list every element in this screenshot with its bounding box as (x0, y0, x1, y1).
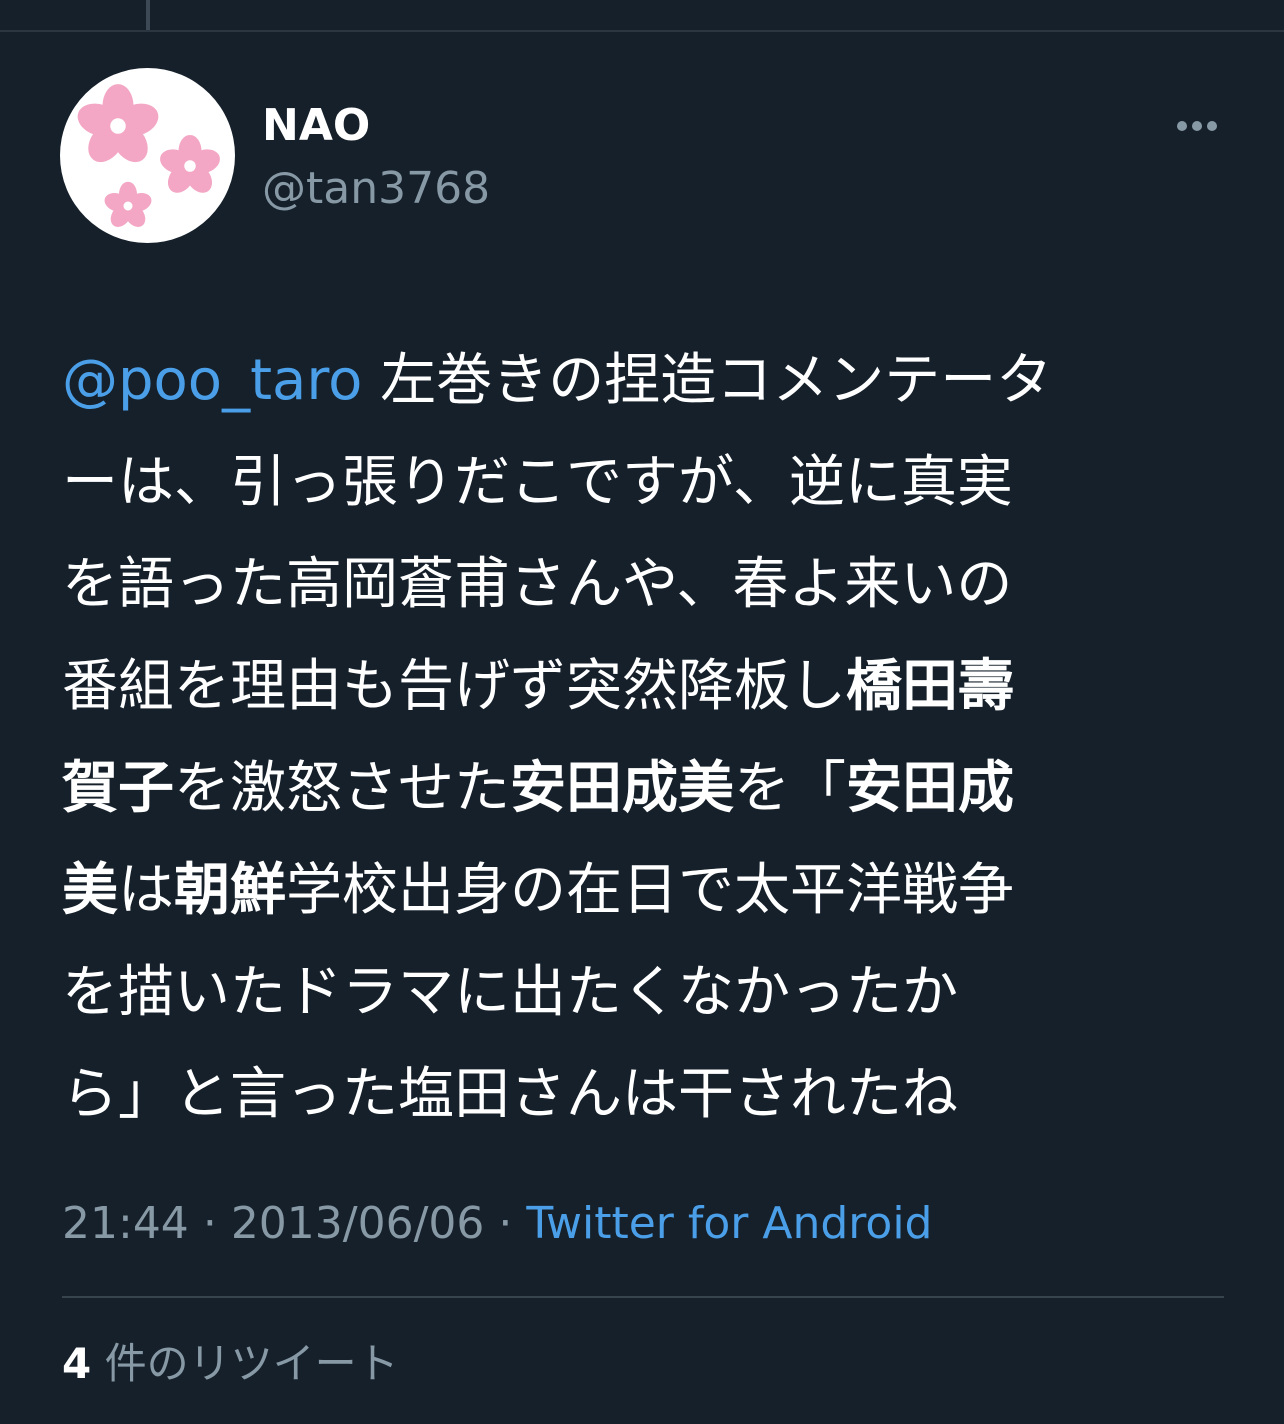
tweet-text: @poo_taro 左巻きの捏造コメンテータ ーは、引っ張りだこですが、逆に真実を… (62, 330, 1232, 1146)
tweet-text-line: 美は朝鮮学校出身の在日で太平洋戦争 (62, 840, 1232, 942)
retweet-stats[interactable]: 4 件のリツイート (62, 1336, 399, 1392)
bold-text-segment: 朝鮮 (174, 858, 286, 923)
more-options-icon (1177, 121, 1217, 131)
user-handle[interactable]: @tan3768 (262, 163, 490, 215)
tweet-text-line: 賀子を激怒させた安田成美を「安田成 (62, 738, 1232, 840)
bold-text-segment: 橋田壽 (846, 654, 1014, 719)
text-segment: は (118, 858, 174, 923)
text-segment: を語った高岡蒼甫さんや、春よ来いの (62, 552, 1013, 617)
text-segment: を描いたドラマに出たくなかったか (62, 960, 958, 1025)
tweet-text-line: を語った高岡蒼甫さんや、春よ来いの (62, 534, 1232, 636)
bold-text-segment: 美 (62, 858, 118, 923)
more-options-button[interactable] (1166, 108, 1228, 144)
tweet-text-line: ら」と言った塩田さんは干されたね (62, 1044, 1232, 1146)
text-segment: 番組を理由も告げず突然降板し (62, 654, 846, 719)
thread-connector-line (146, 0, 150, 30)
display-name[interactable]: NAO (262, 100, 370, 152)
text-segment: ら」と言った塩田さんは干されたね (62, 1062, 958, 1127)
tweet-text-line: を描いたドラマに出たくなかったか (62, 942, 1232, 1044)
text-segment: 左巻きの捏造コメンテータ (362, 348, 1053, 413)
meta-separator: · (202, 1198, 217, 1249)
bold-text-segment: 賀子 (62, 756, 174, 821)
stats-divider (62, 1296, 1224, 1298)
text-segment: ーは、引っ張りだこですが、逆に真実 (62, 450, 1013, 515)
tweet-date[interactable]: 2013/06/06 (231, 1198, 485, 1249)
mention-link[interactable]: @poo_taro (62, 348, 362, 413)
text-segment: を激怒させた (174, 756, 510, 821)
tweet-source-link[interactable]: Twitter for Android (526, 1198, 932, 1249)
tweet-time[interactable]: 21:44 (62, 1198, 189, 1249)
text-segment: 学校出身の在日で太平洋戦争 (286, 858, 1014, 923)
tweet-text-line: ーは、引っ張りだこですが、逆に真実 (62, 432, 1232, 534)
text-segment: を「 (734, 756, 846, 821)
avatar[interactable] (60, 68, 235, 243)
meta-separator: · (498, 1198, 513, 1249)
bold-text-segment: 安田成美 (510, 756, 734, 821)
tweet-text-line: 番組を理由も告げず突然降板し橋田壽 (62, 636, 1232, 738)
cherry-blossom-avatar-icon (73, 84, 224, 231)
retweet-label: 件のリツイート (91, 1339, 399, 1388)
retweet-count: 4 (62, 1339, 92, 1388)
tweet-text-line: @poo_taro 左巻きの捏造コメンテータ (62, 330, 1232, 432)
tweet-meta: 21:44 · 2013/06/06 · Twitter for Android (62, 1196, 932, 1252)
top-divider (0, 30, 1284, 32)
bold-text-segment: 安田成 (846, 756, 1014, 821)
